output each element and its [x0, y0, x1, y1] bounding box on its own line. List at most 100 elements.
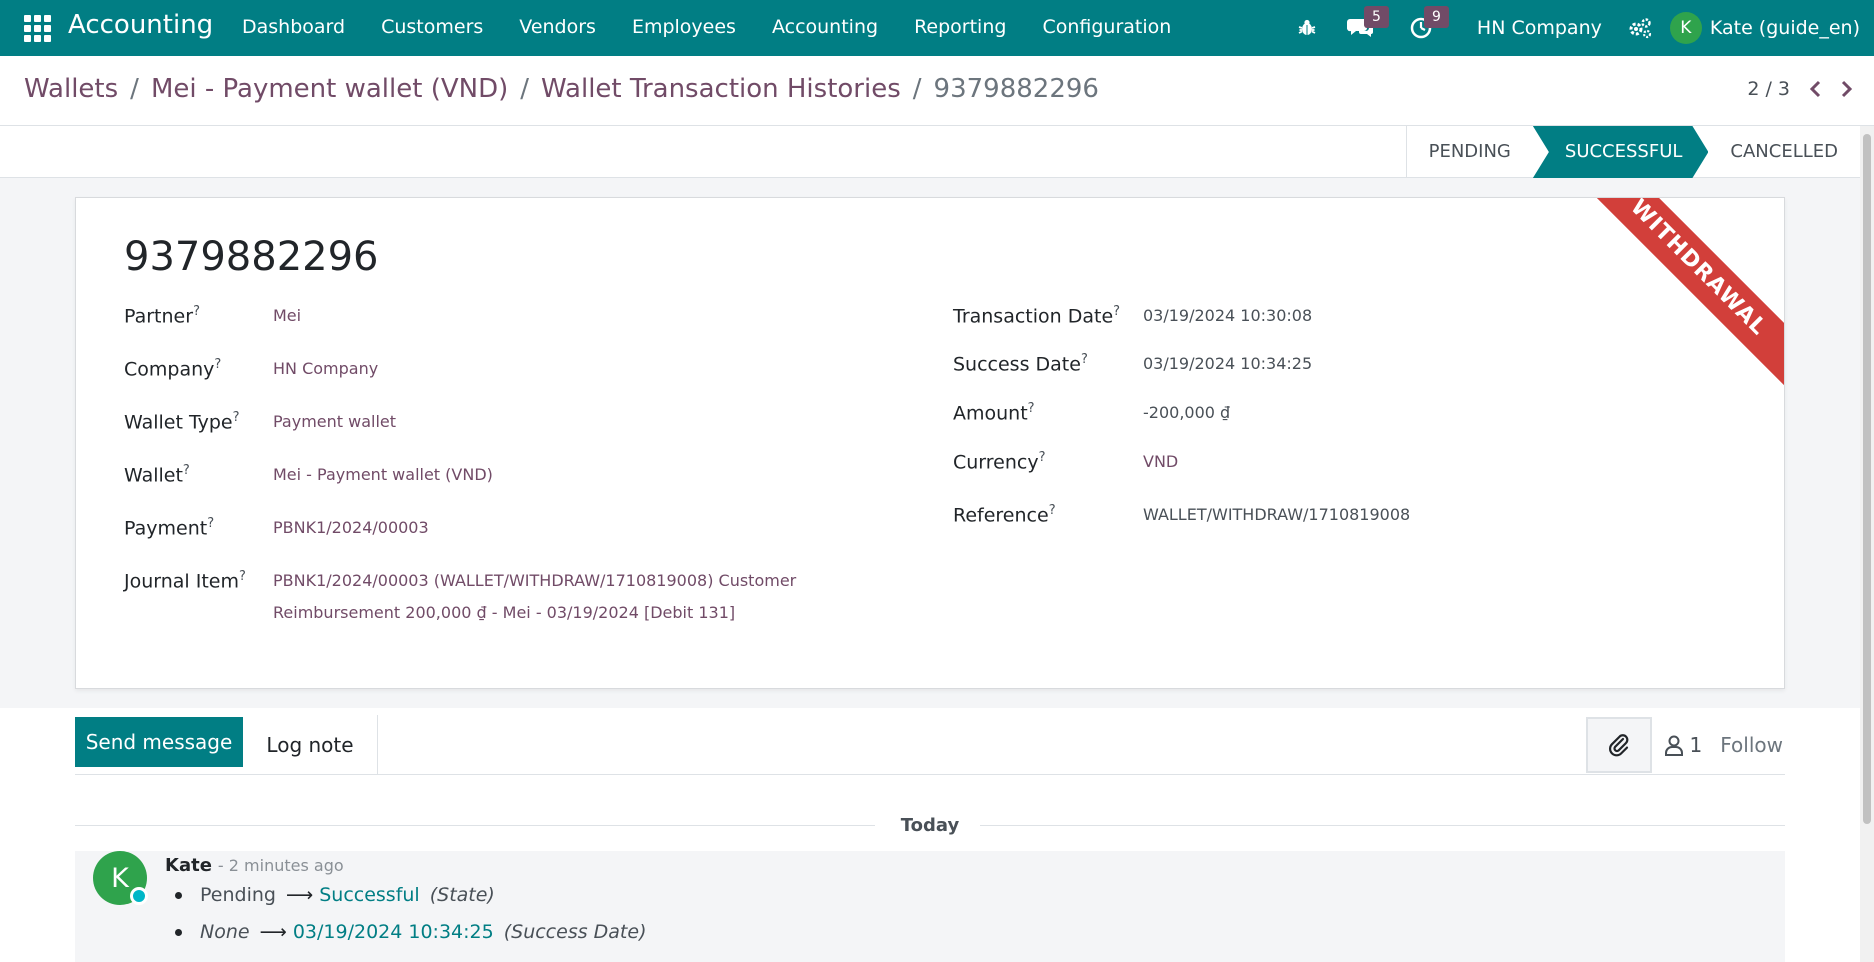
online-status-icon: [130, 887, 148, 905]
message-author: Kate - 2 minutes ago: [165, 855, 344, 876]
tracking-old-value: Pending: [200, 884, 276, 906]
wallet-value[interactable]: Mei - Payment wallet (VND): [273, 465, 493, 484]
help-tooltip[interactable]: ?: [1113, 304, 1120, 319]
tracking-field-name: (Success Date): [503, 921, 647, 943]
form-sheet: WITHDRAWAL 9379882296 Partner? Mei Compa…: [75, 197, 1785, 689]
top-navbar: Accounting Dashboard Customers Vendors E…: [0, 0, 1874, 56]
field-label: Partner?: [124, 304, 200, 328]
control-panel: Wallets / Mei - Payment wallet (VND) / W…: [0, 56, 1874, 126]
breadcrumb-wallets[interactable]: Wallets: [24, 74, 118, 104]
field-wallet-type: Wallet Type?: [124, 410, 240, 433]
debug-bug-icon[interactable]: [1283, 0, 1331, 56]
user-menu[interactable]: K Kate (guide_en): [1660, 12, 1874, 44]
log-note-button[interactable]: Log note: [243, 715, 378, 775]
tracking-value-success-date: None ⟶ 03/19/2024 10:34:25 (Success Date…: [175, 921, 646, 943]
field-label: Journal Item?: [124, 569, 246, 593]
field-journal-item: Journal Item?: [124, 569, 246, 592]
help-tooltip[interactable]: ?: [193, 304, 200, 319]
field-payment: Payment?: [124, 516, 214, 539]
journal-item-value-line1[interactable]: PBNK1/2024/00003 (WALLET/WITHDRAW/171081…: [273, 571, 796, 590]
field-label: Wallet?: [124, 463, 190, 487]
menu-dashboard[interactable]: Dashboard: [224, 0, 363, 56]
vertical-scrollbar[interactable]: [1860, 126, 1874, 962]
help-tooltip[interactable]: ?: [1028, 401, 1035, 416]
activities-badge: 9: [1424, 6, 1449, 28]
field-label: Currency?: [953, 450, 1046, 474]
breadcrumb-wallet[interactable]: Mei - Payment wallet (VND): [151, 74, 508, 104]
chatter-topbar: Send message Log note 1 Follow: [75, 715, 1785, 775]
field-currency: Currency?: [953, 450, 1046, 473]
partner-value[interactable]: Mei: [273, 306, 301, 325]
messages-chat-icon[interactable]: 5: [1331, 0, 1391, 56]
wallet-type-value[interactable]: Payment wallet: [273, 412, 396, 431]
pager-previous-icon[interactable]: [1808, 80, 1822, 98]
field-wallet: Wallet?: [124, 463, 190, 486]
help-tooltip[interactable]: ?: [233, 410, 240, 425]
paperclip-icon[interactable]: [1585, 717, 1652, 773]
app-brand[interactable]: Accounting: [68, 10, 213, 40]
tracking-value-state: Pending ⟶ Successful (State): [175, 884, 495, 906]
breadcrumb: Wallets / Mei - Payment wallet (VND) / W…: [24, 74, 1099, 104]
payment-value[interactable]: PBNK1/2024/00003: [273, 518, 429, 537]
field-reference: Reference?: [953, 503, 1056, 526]
activities-clock-icon[interactable]: 9: [1391, 0, 1451, 56]
field-label: Company?: [124, 357, 222, 381]
scrollbar-thumb[interactable]: [1863, 134, 1871, 824]
user-avatar: K: [1669, 12, 1702, 44]
messages-badge: 5: [1364, 6, 1389, 28]
date-separator-label: Today: [900, 815, 960, 836]
pager: 2 / 3: [1747, 78, 1854, 100]
stage-cancelled[interactable]: CANCELLED: [1708, 126, 1860, 178]
apps-menu-icon[interactable]: [22, 13, 51, 42]
tracking-new-value: 03/19/2024 10:34:25: [292, 921, 494, 943]
tracking-field-name: (State): [429, 884, 495, 906]
field-success-date: Success Date?: [953, 352, 1088, 375]
status-bar: PENDING SUCCESSFUL CANCELLED: [0, 126, 1860, 178]
settings-gears-icon[interactable]: [1620, 0, 1660, 56]
stage-pending[interactable]: PENDING: [1407, 126, 1533, 178]
follow-button[interactable]: Follow: [1720, 733, 1785, 757]
chatter-actions: 1 Follow: [1585, 715, 1785, 775]
breadcrumb-separator: /: [520, 74, 529, 104]
help-tooltip[interactable]: ?: [1049, 503, 1056, 518]
company-switcher[interactable]: HN Company: [1451, 17, 1620, 39]
breadcrumb-separator: /: [912, 74, 922, 104]
help-tooltip[interactable]: ?: [183, 463, 190, 478]
menu-customers[interactable]: Customers: [363, 0, 501, 56]
send-message-button[interactable]: Send message: [75, 717, 243, 767]
field-label: Success Date?: [953, 352, 1088, 376]
user-icon: [1664, 735, 1683, 756]
chatter-message: K Kate - 2 minutes ago Pending ⟶ Successf…: [75, 851, 1785, 962]
field-label: Transaction Date?: [953, 304, 1121, 328]
withdrawal-ribbon: WITHDRAWAL: [1576, 198, 1784, 390]
followers-button[interactable]: 1: [1652, 733, 1721, 757]
company-value[interactable]: HN Company: [273, 359, 378, 378]
breadcrumb-transaction-histories[interactable]: Wallet Transaction Histories: [541, 74, 901, 104]
help-tooltip[interactable]: ?: [214, 357, 221, 372]
menu-employees[interactable]: Employees: [614, 0, 754, 56]
stage-successful[interactable]: SUCCESSFUL: [1533, 126, 1709, 178]
help-tooltip[interactable]: ?: [1081, 352, 1088, 367]
field-amount: Amount?: [953, 401, 1035, 424]
breadcrumb-separator: /: [130, 74, 139, 104]
help-tooltip[interactable]: ?: [239, 569, 246, 584]
transaction-date-value: 03/19/2024 10:30:08: [1143, 306, 1313, 325]
menu-vendors[interactable]: Vendors: [501, 0, 614, 56]
menu-accounting[interactable]: Accounting: [754, 0, 896, 56]
journal-item-value-line2[interactable]: Reimbursement 200,000 ₫ - Mei - 03/19/20…: [273, 603, 735, 622]
help-tooltip[interactable]: ?: [207, 516, 214, 531]
arrow-right-icon: ⟶: [285, 884, 314, 906]
field-label: Payment?: [124, 516, 215, 540]
field-label: Wallet Type?: [124, 410, 240, 434]
menu-reporting[interactable]: Reporting: [896, 0, 1024, 56]
currency-value[interactable]: VND: [1143, 452, 1178, 471]
help-tooltip[interactable]: ?: [1039, 450, 1046, 465]
tracking-old-value: None: [200, 921, 250, 943]
reference-value: WALLET/WITHDRAW/1710819008: [1143, 505, 1411, 524]
pager-value[interactable]: 2 / 3: [1747, 78, 1790, 100]
message-author-name[interactable]: Kate: [165, 855, 212, 876]
pager-next-icon[interactable]: [1840, 80, 1854, 98]
menu-configuration[interactable]: Configuration: [1024, 0, 1189, 56]
field-label: Reference?: [953, 503, 1056, 527]
field-company: Company?: [124, 357, 221, 380]
